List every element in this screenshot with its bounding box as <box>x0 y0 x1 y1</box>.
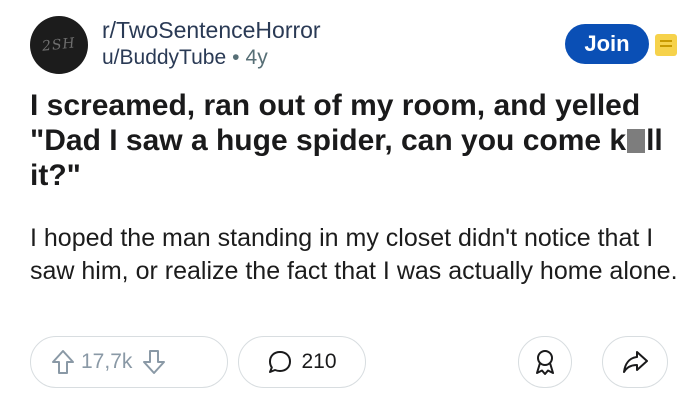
comments-button[interactable]: 210 <box>238 336 366 388</box>
post-age: 4y <box>245 46 268 69</box>
vote-control: 17,7k <box>30 336 228 388</box>
avatar-logo-text: 2SH <box>41 35 77 55</box>
award-button[interactable] <box>518 336 572 388</box>
award-icon <box>532 348 558 376</box>
subreddit-name[interactable]: r/TwoSentenceHorror <box>102 17 321 44</box>
comment-count: 210 <box>301 350 337 373</box>
subreddit-avatar[interactable]: 2SH <box>30 16 88 74</box>
action-bar: 17,7k 210 <box>30 336 680 392</box>
join-button[interactable]: Join <box>565 24 649 64</box>
vote-count: 17,7k <box>81 350 133 373</box>
share-arrow-icon <box>621 349 649 375</box>
author-link[interactable]: u/BuddyTube <box>102 46 226 69</box>
title-text-start: I screamed, ran out of my room, and yell… <box>30 89 641 157</box>
share-button[interactable] <box>602 336 668 388</box>
post-title: I screamed, ran out of my room, and yell… <box>30 88 680 193</box>
post-header: 2SH r/TwoSentenceHorror u/BuddyTube • 4y J… <box>30 14 680 76</box>
post-meta: u/BuddyTube • 4y <box>102 46 268 70</box>
post-body: I hoped the man standing in my closet di… <box>30 224 678 285</box>
arrow-up-icon[interactable] <box>51 349 75 375</box>
meta-separator: • <box>232 46 240 69</box>
redaction-block <box>627 129 646 153</box>
menu-lines-icon[interactable] <box>655 34 677 56</box>
speech-bubble-icon <box>267 349 293 375</box>
arrow-down-icon[interactable] <box>142 349 166 375</box>
